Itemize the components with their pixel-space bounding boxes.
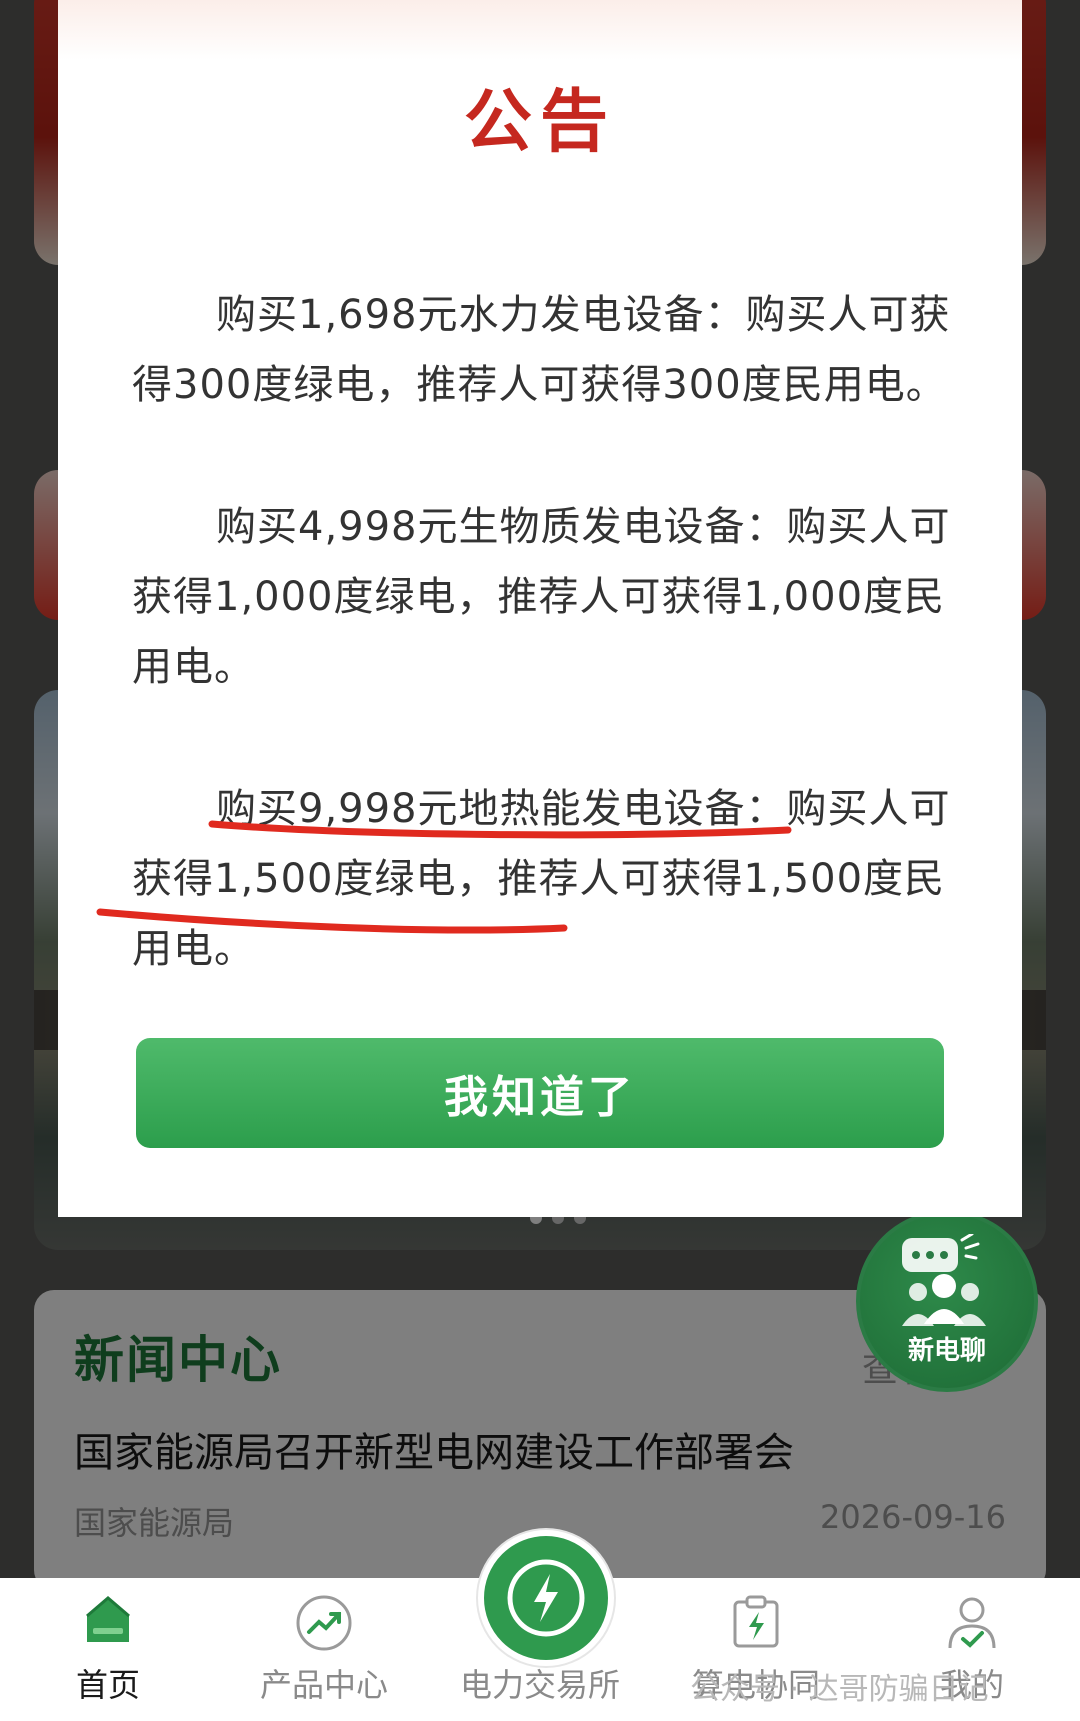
- announcement-modal: 公告 购买1,698元水力发电设备：购买人可获得300度绿电，推荐人可获得300…: [58, 0, 1022, 1217]
- announcement-paragraph: 购买4,998元生物质发电设备：购买人可获得1,000度绿电，推荐人可获得1,0…: [132, 504, 951, 690]
- user-check-icon: [948, 1597, 996, 1649]
- clipboard-lightning-icon: [733, 1595, 779, 1648]
- tab-home[interactable]: 首页: [0, 1578, 216, 1721]
- watermark: 公众号 · 达哥防骗日记: [690, 1672, 989, 1707]
- tab-power-exchange-label: 电力交易所: [459, 1666, 620, 1704]
- announcement-paragraph: 购买9,998元地热能发电设备：购买人可获得1,500度绿电，推荐人可获得1,5…: [132, 786, 951, 972]
- modal-title: 公告: [463, 83, 616, 162]
- lightning-icon: [507, 1559, 585, 1637]
- acknowledge-button[interactable]: 我知道了: [136, 1038, 944, 1148]
- chat-float-button[interactable]: 新电聊: [856, 1210, 1038, 1392]
- group-chat-icon: [902, 1234, 986, 1326]
- power-exchange-center-button[interactable]: [478, 1530, 614, 1666]
- tab-products-label: 产品中心: [259, 1666, 388, 1704]
- chat-float-label: 新电聊: [907, 1336, 986, 1366]
- trend-chart-icon: [296, 1595, 352, 1651]
- tab-home-label: 首页: [75, 1666, 140, 1704]
- home-icon: [86, 1596, 130, 1642]
- announcement-paragraph: 购买1,698元水力发电设备：购买人可获得300度绿电，推荐人可获得300度民用…: [132, 292, 951, 408]
- tab-products[interactable]: 产品中心: [216, 1578, 432, 1721]
